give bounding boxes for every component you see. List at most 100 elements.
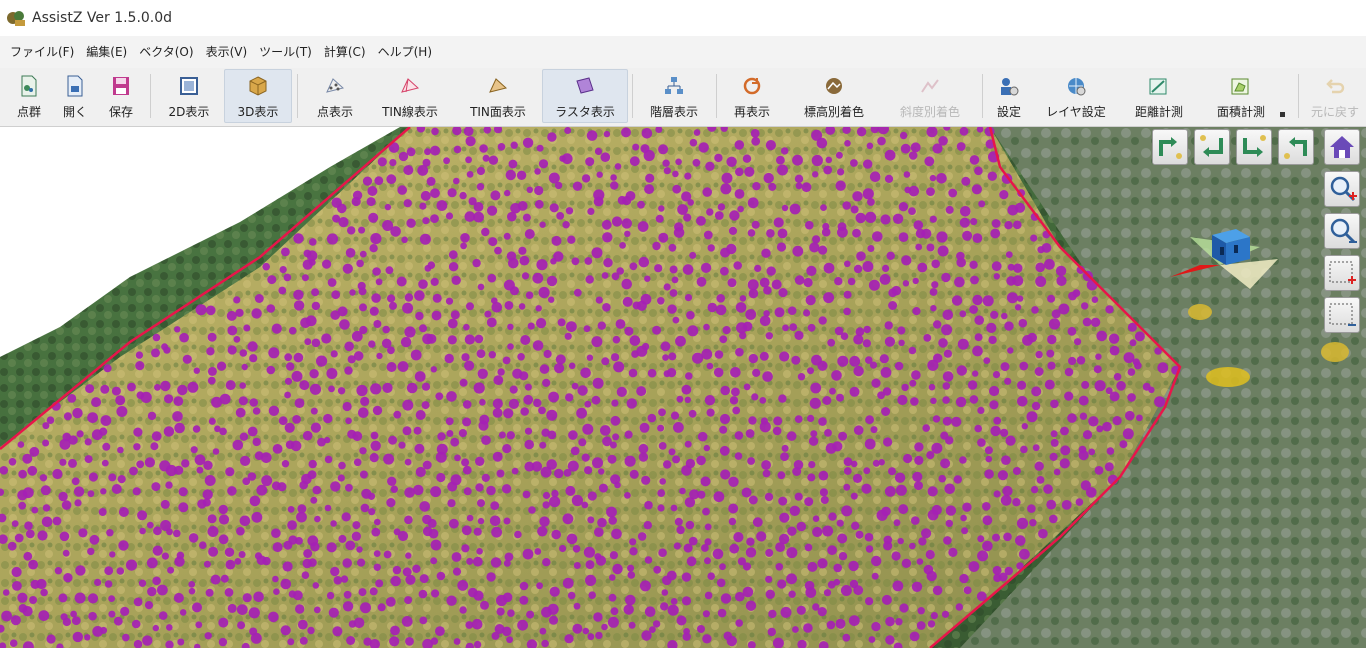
menu-vector[interactable]: ベクタ(O): [133, 41, 199, 63]
tree-marker: [351, 531, 361, 541]
tree-marker: [944, 483, 955, 495]
tree-marker: [188, 581, 196, 588]
open-label: 開く: [62, 105, 87, 119]
tree-marker: [1003, 532, 1012, 542]
orientation-gizmo-icon[interactable]: [1160, 219, 1290, 299]
rotate-left-down-button[interactable]: [1194, 129, 1230, 165]
tree-marker: [820, 496, 829, 504]
rotate-right-up-button[interactable]: [1278, 129, 1314, 165]
tree-marker: [59, 458, 67, 466]
tree-marker: [809, 397, 821, 409]
tree-marker: [747, 457, 755, 465]
zoom-in-window-button[interactable]: [1324, 255, 1360, 291]
home-button[interactable]: [1324, 129, 1360, 165]
tree-marker: [547, 430, 557, 440]
tree-marker: [1078, 450, 1089, 461]
tree-marker: [942, 396, 950, 404]
tree-marker: [774, 307, 785, 318]
tree-marker: [610, 181, 619, 190]
view-3d-button[interactable]: 3D表示: [224, 69, 292, 123]
tree-marker: [98, 508, 107, 516]
tree-marker: [476, 349, 486, 358]
tree-marker: [565, 393, 574, 402]
zoom-out-button[interactable]: [1324, 213, 1360, 249]
tin-line-button[interactable]: TIN線表示: [372, 70, 448, 122]
menu-help[interactable]: ヘルプ(H): [372, 41, 438, 63]
tree-marker: [398, 151, 409, 162]
tree-marker: [127, 382, 136, 392]
view-2d-button[interactable]: 2D表示: [160, 70, 218, 122]
tree-marker: [522, 490, 531, 499]
tree-marker: [414, 371, 426, 382]
tree-marker: [464, 334, 475, 345]
redisplay-button[interactable]: 再表示: [724, 70, 780, 122]
hierarchy-button[interactable]: 階層表示: [640, 70, 708, 122]
tree-marker: [679, 487, 686, 495]
tree-marker: [1081, 380, 1090, 389]
slope-color-button[interactable]: 斜度別着色: [886, 70, 974, 122]
save-button[interactable]: 保存: [100, 70, 142, 122]
raster-display-button[interactable]: ラスタ表示: [542, 69, 628, 123]
tree-marker: [1048, 318, 1061, 330]
point-display-button[interactable]: 点表示: [304, 70, 366, 122]
layer-settings-button[interactable]: レイヤ設定: [1038, 70, 1114, 122]
tree-marker: [689, 251, 697, 259]
tree-marker: [823, 589, 832, 597]
point-cloud-button[interactable]: 点群: [8, 70, 50, 122]
zoom-in-button[interactable]: [1324, 171, 1360, 207]
tree-marker: [358, 226, 366, 234]
distance-measure-button[interactable]: 距離計測: [1122, 70, 1196, 122]
tree-marker: [239, 432, 249, 441]
tree-marker: [453, 145, 462, 154]
tree-marker: [493, 375, 504, 385]
settings-button[interactable]: 設定: [988, 70, 1030, 122]
tree-marker: [528, 506, 536, 514]
tree-marker: [453, 638, 461, 645]
rotate-right-down-button[interactable]: [1236, 129, 1272, 165]
tree-marker: [930, 397, 937, 404]
tree-marker: [479, 144, 488, 153]
distance-measure-icon: [1149, 78, 1167, 95]
tree-marker: [867, 245, 875, 252]
tree-marker: [898, 339, 905, 346]
tree-marker: [948, 188, 958, 198]
tree-marker: [52, 516, 62, 526]
tree-marker: [865, 545, 874, 553]
tree-marker: [420, 190, 431, 201]
tree-marker: [681, 465, 692, 476]
zoom-out-window-button[interactable]: [1324, 297, 1360, 333]
tree-marker: [9, 639, 18, 647]
tree-marker: [658, 232, 669, 243]
rotate-left-up-button[interactable]: [1152, 129, 1188, 165]
tree-marker: [458, 429, 467, 438]
tree-marker: [1093, 365, 1102, 374]
tree-marker: [151, 431, 162, 442]
tree-marker: [220, 574, 229, 583]
tree-marker: [1, 610, 12, 622]
tree-marker: [173, 529, 181, 538]
tree-marker: [138, 579, 147, 587]
tree-marker: [582, 627, 590, 635]
menu-file[interactable]: ファイル(F): [4, 41, 80, 63]
elevation-color-button[interactable]: 標高別着色: [788, 70, 880, 122]
tree-marker: [514, 530, 522, 539]
menu-tools[interactable]: ツール(T): [253, 41, 318, 63]
toolbar-overflow-icon[interactable]: [1280, 112, 1285, 117]
tree-marker: [261, 475, 273, 487]
undo-button[interactable]: 元に戻す: [1304, 70, 1366, 122]
3d-viewport[interactable]: [0, 127, 1366, 648]
tree-marker: [616, 386, 627, 397]
tree-marker: [224, 588, 234, 597]
tree-marker: [370, 431, 379, 440]
menu-view[interactable]: 表示(V): [200, 41, 254, 63]
menu-edit[interactable]: 編集(E): [80, 41, 133, 63]
menu-calc[interactable]: 計算(C): [318, 41, 372, 63]
tin-surface-button[interactable]: TIN面表示: [460, 70, 536, 122]
tree-marker: [196, 466, 204, 474]
tree-marker: [100, 415, 112, 426]
tree-marker: [204, 632, 212, 640]
tree-marker: [445, 212, 454, 220]
open-button[interactable]: 開く: [54, 70, 96, 122]
area-measure-button[interactable]: 面積計測: [1204, 70, 1278, 122]
tree-marker: [446, 595, 457, 606]
